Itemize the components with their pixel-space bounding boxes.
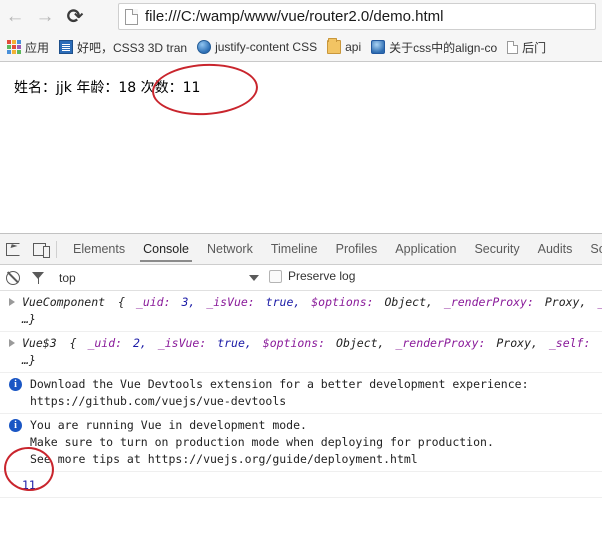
console-row-info: i You are running Vue in development mod… bbox=[0, 414, 602, 472]
prop-value: true, bbox=[265, 295, 301, 309]
open-brace: { bbox=[69, 336, 77, 350]
inspect-icon bbox=[6, 242, 20, 256]
prop-key: _renderProxy: bbox=[443, 295, 534, 309]
page-viewport: 姓名：jjk 年龄：18 次数：11 bbox=[0, 62, 602, 233]
tab-elements[interactable]: Elements bbox=[64, 234, 134, 264]
tab-sources[interactable]: Sources bbox=[581, 234, 602, 264]
prop-key: _renderProxy: bbox=[395, 336, 486, 350]
disclosure-triangle-icon[interactable] bbox=[9, 298, 15, 306]
preserve-log-checkbox[interactable] bbox=[269, 269, 282, 283]
prop-key: _isVue: bbox=[157, 336, 207, 350]
info-icon: i bbox=[9, 378, 22, 391]
page-content-text: 姓名：jjk 年龄：18 次数：11 bbox=[14, 80, 201, 96]
prop-key: _self: bbox=[548, 336, 591, 350]
clear-console-icon[interactable] bbox=[6, 270, 20, 285]
bookmark-justify-content[interactable]: justify-content CSS bbox=[194, 36, 322, 58]
prop-value: Object, bbox=[336, 336, 385, 350]
console-row-result: 11 bbox=[0, 472, 602, 498]
object-name: Vue$3 bbox=[22, 336, 57, 350]
tab-security[interactable]: Security bbox=[465, 234, 528, 264]
info-line: You are running Vue in development mode. bbox=[30, 418, 307, 432]
info-line: Download the Vue Devtools extension for … bbox=[30, 377, 529, 391]
bookmark-haoba[interactable]: 好吧，CSS3 3D tran bbox=[56, 36, 192, 58]
execution-context-label[interactable]: top bbox=[59, 271, 76, 285]
device-toolbar-button[interactable] bbox=[26, 236, 52, 262]
globe-icon bbox=[197, 40, 212, 54]
preserve-log-label: Preserve log bbox=[288, 269, 356, 283]
globe2-icon bbox=[371, 40, 386, 54]
bookmark-houmen[interactable]: 后门 bbox=[504, 36, 551, 58]
tab-timeline[interactable]: Timeline bbox=[262, 234, 327, 264]
blue-site-icon bbox=[59, 40, 74, 54]
prop-key: _uid: bbox=[87, 336, 123, 350]
prop-key: $options: bbox=[311, 295, 374, 309]
prop-value: true, bbox=[217, 336, 252, 350]
prop-value: 3, bbox=[181, 295, 196, 309]
browser-chrome: ← → ⟳ file:///C:/wamp/www/vue/router2.0/… bbox=[0, 0, 602, 62]
device-icon bbox=[32, 242, 50, 258]
info-line: See more tips at https://vuejs.org/guide… bbox=[30, 452, 418, 466]
bookmark-label: 关于css中的align-co bbox=[389, 40, 498, 55]
tab-application[interactable]: Application bbox=[386, 234, 465, 264]
browser-window: ← → ⟳ file:///C:/wamp/www/vue/router2.0/… bbox=[0, 0, 602, 539]
url-text: file:///C:/wamp/www/vue/router2.0/demo.h… bbox=[145, 8, 444, 25]
prop-value: Proxy, bbox=[544, 295, 587, 309]
console-row-object[interactable]: VueComponent { _uid: 3, _isVue: true, $o… bbox=[0, 291, 602, 332]
back-button-icon[interactable]: ← bbox=[0, 3, 30, 31]
disclosure-triangle-icon[interactable] bbox=[9, 339, 15, 347]
devtools-panel: Elements Console Network Timeline Profil… bbox=[0, 233, 602, 539]
inspect-element-button[interactable] bbox=[0, 236, 26, 262]
bookmark-label: 后门 bbox=[522, 40, 547, 55]
result-value: 11 bbox=[22, 478, 36, 492]
apps-grid-icon bbox=[7, 40, 21, 54]
prop-key: $options: bbox=[262, 336, 326, 350]
page-icon bbox=[125, 8, 138, 25]
doc-icon bbox=[507, 40, 519, 54]
bookmark-label: 应用 bbox=[25, 40, 50, 55]
chevron-down-icon[interactable] bbox=[249, 275, 259, 281]
bookmark-label: api bbox=[345, 40, 362, 54]
prop-value: 2, bbox=[133, 336, 147, 350]
open-brace: { bbox=[118, 295, 125, 309]
bookmarks-bar: 应用 好吧，CSS3 3D tran justify-content CSS a… bbox=[0, 33, 602, 61]
object-ellipsis: …} bbox=[22, 312, 36, 326]
tab-audits[interactable]: Audits bbox=[529, 234, 582, 264]
tab-console[interactable]: Console bbox=[134, 234, 198, 264]
prop-key: _self: bbox=[597, 295, 602, 309]
info-line: Make sure to turn on production mode whe… bbox=[30, 435, 494, 449]
address-bar[interactable]: file:///C:/wamp/www/vue/router2.0/demo.h… bbox=[118, 3, 596, 30]
console-row-object[interactable]: Vue$3 { _uid: 2, _isVue: true, $options:… bbox=[0, 332, 602, 373]
info-icon: i bbox=[9, 419, 22, 432]
devtools-tabbar: Elements Console Network Timeline Profil… bbox=[0, 234, 602, 265]
object-name: VueComponent bbox=[22, 295, 106, 309]
folder-icon bbox=[327, 38, 342, 54]
object-ellipsis: …} bbox=[22, 353, 36, 367]
console-toolbar: top Preserve log bbox=[0, 265, 602, 291]
toolbar-divider bbox=[56, 240, 57, 258]
tab-network[interactable]: Network bbox=[198, 234, 262, 264]
tab-profiles[interactable]: Profiles bbox=[327, 234, 387, 264]
preserve-log-control[interactable]: Preserve log bbox=[269, 269, 355, 283]
prop-value: Proxy, bbox=[496, 336, 538, 350]
bookmark-label: 好吧，CSS3 3D tran bbox=[77, 40, 188, 55]
console-row-info: i Download the Vue Devtools extension fo… bbox=[0, 373, 602, 414]
forward-button-icon[interactable]: → bbox=[30, 3, 60, 31]
prop-value: Object, bbox=[384, 295, 433, 309]
bookmark-align-content[interactable]: 关于css中的align-co bbox=[368, 36, 502, 58]
bookmark-apps[interactable]: 应用 bbox=[4, 36, 54, 58]
filter-funnel-icon[interactable] bbox=[32, 271, 45, 284]
prop-key: _isVue: bbox=[206, 295, 255, 309]
prop-key: _uid: bbox=[135, 295, 171, 309]
info-line: https://github.com/vuejs/vue-devtools bbox=[30, 394, 287, 408]
reload-button-icon[interactable]: ⟳ bbox=[60, 3, 90, 31]
bookmark-api[interactable]: api bbox=[324, 36, 366, 58]
bookmark-label: justify-content CSS bbox=[215, 40, 318, 54]
console-output: VueComponent { _uid: 3, _isVue: true, $o… bbox=[0, 291, 602, 498]
